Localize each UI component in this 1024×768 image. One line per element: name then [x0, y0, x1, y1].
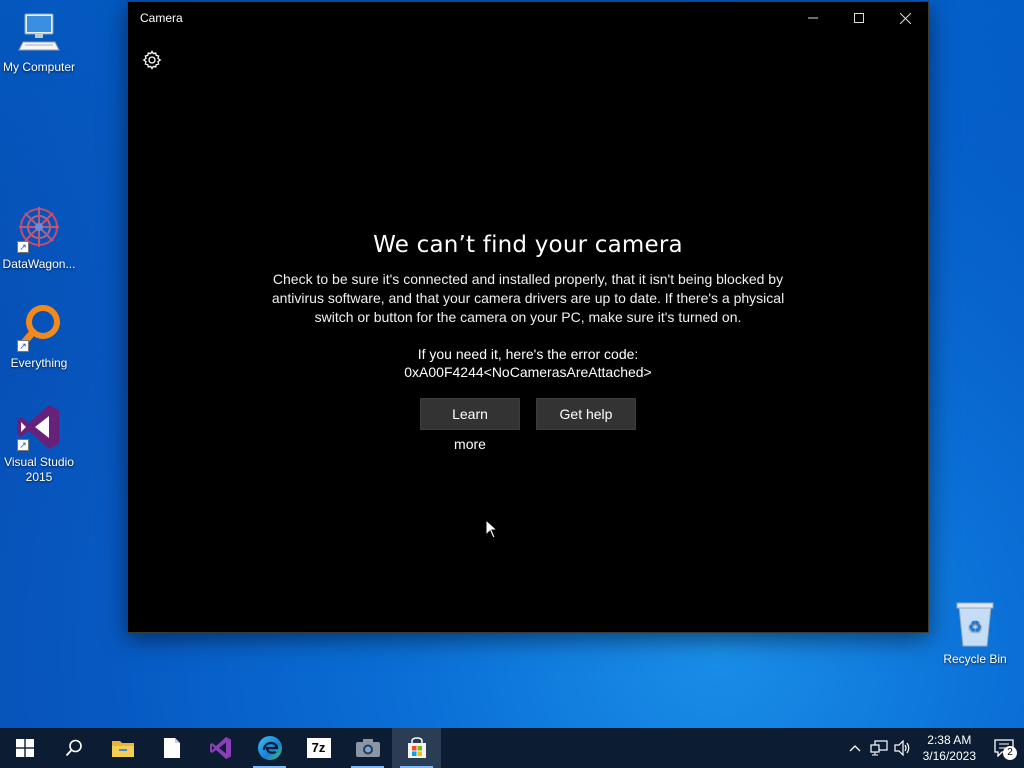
- taskbar-visual-studio[interactable]: [196, 728, 245, 768]
- maximize-icon: [854, 13, 864, 23]
- taskbar-file-explorer[interactable]: [98, 728, 147, 768]
- shortcut-arrow-icon: ↗: [17, 241, 29, 253]
- recycle-bin-icon: ♻: [951, 600, 999, 648]
- error-description: Check to be sure it's connected and inst…: [271, 271, 785, 325]
- close-button[interactable]: [882, 2, 928, 34]
- desktop-icon-label: Visual Studio 2015: [4, 455, 74, 484]
- volume-button[interactable]: [891, 728, 915, 768]
- shortcut-arrow-icon: ↗: [17, 340, 29, 352]
- start-icon: [15, 739, 34, 757]
- learn-more-button[interactable]: Learn more: [420, 398, 520, 452]
- desktop-icon-label: Recycle Bin: [943, 652, 1007, 666]
- file-explorer-icon: [111, 741, 134, 757]
- volume-icon: [894, 740, 909, 756]
- show-hidden-icons-button[interactable]: [843, 728, 867, 768]
- desktop-icon-visual-studio[interactable]: ↗ Visual Studio 2015: [1, 403, 77, 485]
- computer-icon: [15, 8, 63, 56]
- desktop-icon-my-computer[interactable]: My Computer: [1, 8, 77, 75]
- window-controls: [790, 2, 928, 34]
- taskbar-7zip[interactable]: 7z: [294, 728, 343, 768]
- desktop-icon-everything[interactable]: ↗ Everything: [1, 304, 77, 371]
- visual-studio-icon: [209, 737, 231, 759]
- visual-studio-icon: ↗: [15, 403, 63, 451]
- error-panel: We can’t find your camera Check to be su…: [128, 232, 928, 452]
- settings-button[interactable]: [140, 48, 164, 72]
- shortcut-arrow-icon: ↗: [17, 439, 29, 451]
- error-code-label: If you need it, here's the error code:: [417, 346, 639, 362]
- close-icon: [899, 12, 911, 24]
- desktop-icon-label: My Computer: [2, 60, 76, 74]
- get-help-button[interactable]: Get help: [536, 398, 636, 430]
- taskbar-notepad[interactable]: [147, 728, 196, 768]
- notepad-icon: [163, 738, 180, 758]
- clock-time: 2:38 AM: [927, 733, 972, 747]
- notification-count-badge: 2: [1003, 746, 1017, 760]
- desktop-icon-label: Everything: [10, 356, 68, 370]
- gear-icon: [142, 50, 162, 70]
- taskbar-store[interactable]: [392, 728, 441, 768]
- taskbar-edge[interactable]: [245, 728, 294, 768]
- title-bar[interactable]: Camera: [128, 2, 928, 34]
- window-title: Camera: [140, 11, 183, 25]
- network-button[interactable]: [867, 728, 891, 768]
- maximize-button[interactable]: [836, 2, 882, 34]
- edge-icon: [257, 736, 282, 760]
- desktop-icon-datawagon[interactable]: ↗ DataWagon...: [1, 205, 77, 272]
- search-icon: [65, 739, 82, 757]
- search-button[interactable]: [49, 728, 98, 768]
- error-code: 0xA00F4244<NoCamerasAreAttached>: [404, 364, 652, 380]
- taskbar-camera[interactable]: [343, 728, 392, 768]
- desktop-icon-label: DataWagon...: [2, 257, 76, 271]
- network-icon: [870, 740, 888, 756]
- svg-text:♻: ♻: [968, 617, 982, 636]
- error-actions: Learn more Get help: [128, 398, 928, 452]
- minimize-icon: [808, 17, 818, 19]
- action-center-button[interactable]: 2: [984, 728, 1024, 768]
- clock-date: 3/16/2023: [922, 749, 976, 763]
- desktop-icon-recycle-bin[interactable]: ♻ Recycle Bin: [937, 600, 1013, 667]
- datawagon-icon: ↗: [15, 205, 63, 253]
- 7zip-icon: 7z: [306, 738, 331, 758]
- error-heading: We can’t find your camera: [373, 232, 683, 258]
- start-button[interactable]: [0, 728, 49, 768]
- mouse-cursor-icon: [485, 519, 499, 539]
- everything-search-icon: ↗: [15, 304, 63, 352]
- chevron-up-icon: [849, 745, 861, 752]
- minimize-button[interactable]: [790, 2, 836, 34]
- system-tray: 2:38 AM 3/16/2023 2: [843, 728, 1024, 768]
- camera-app-icon: [355, 739, 380, 757]
- camera-window: Camera We can’t find your camera Check t…: [127, 1, 929, 633]
- taskbar: 7z 2:38 AM 3/16/2023 2: [0, 728, 1024, 768]
- clock[interactable]: 2:38 AM 3/16/2023: [915, 732, 984, 764]
- store-icon: [407, 737, 426, 758]
